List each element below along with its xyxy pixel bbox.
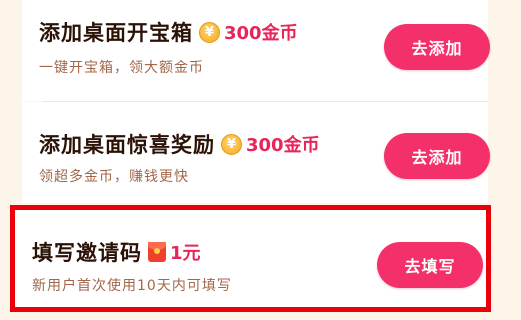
- task-reward: 300金币: [224, 23, 298, 44]
- gold-coin-icon: ¥: [221, 133, 242, 155]
- task-title-line: 添加桌面惊喜奖励 ¥ 300金币: [39, 129, 320, 159]
- task-reward: 300金币: [246, 135, 320, 156]
- task-card-desktop-treasure: 添加桌面开宝箱 ¥ 300金币 一键开宝箱，领大额金币 去添加: [22, 0, 490, 101]
- task-title: 添加桌面惊喜奖励: [39, 132, 215, 157]
- add-desktop-surprise-button[interactable]: 去添加: [384, 133, 490, 179]
- task-title-line: 添加桌面开宝箱 ¥ 300金币: [39, 17, 298, 47]
- gold-coin-icon: ¥: [199, 21, 220, 43]
- highlight-box: [10, 205, 491, 312]
- add-desktop-button[interactable]: 去添加: [384, 24, 490, 70]
- task-title: 添加桌面开宝箱: [39, 20, 193, 45]
- task-subtitle: 领超多金币，赚钱更快: [39, 169, 189, 185]
- task-subtitle: 一键开宝箱，领大额金币: [39, 60, 204, 76]
- task-card-desktop-surprise: 添加桌面惊喜奖励 ¥ 300金币 领超多金币，赚钱更快 去添加: [22, 102, 490, 203]
